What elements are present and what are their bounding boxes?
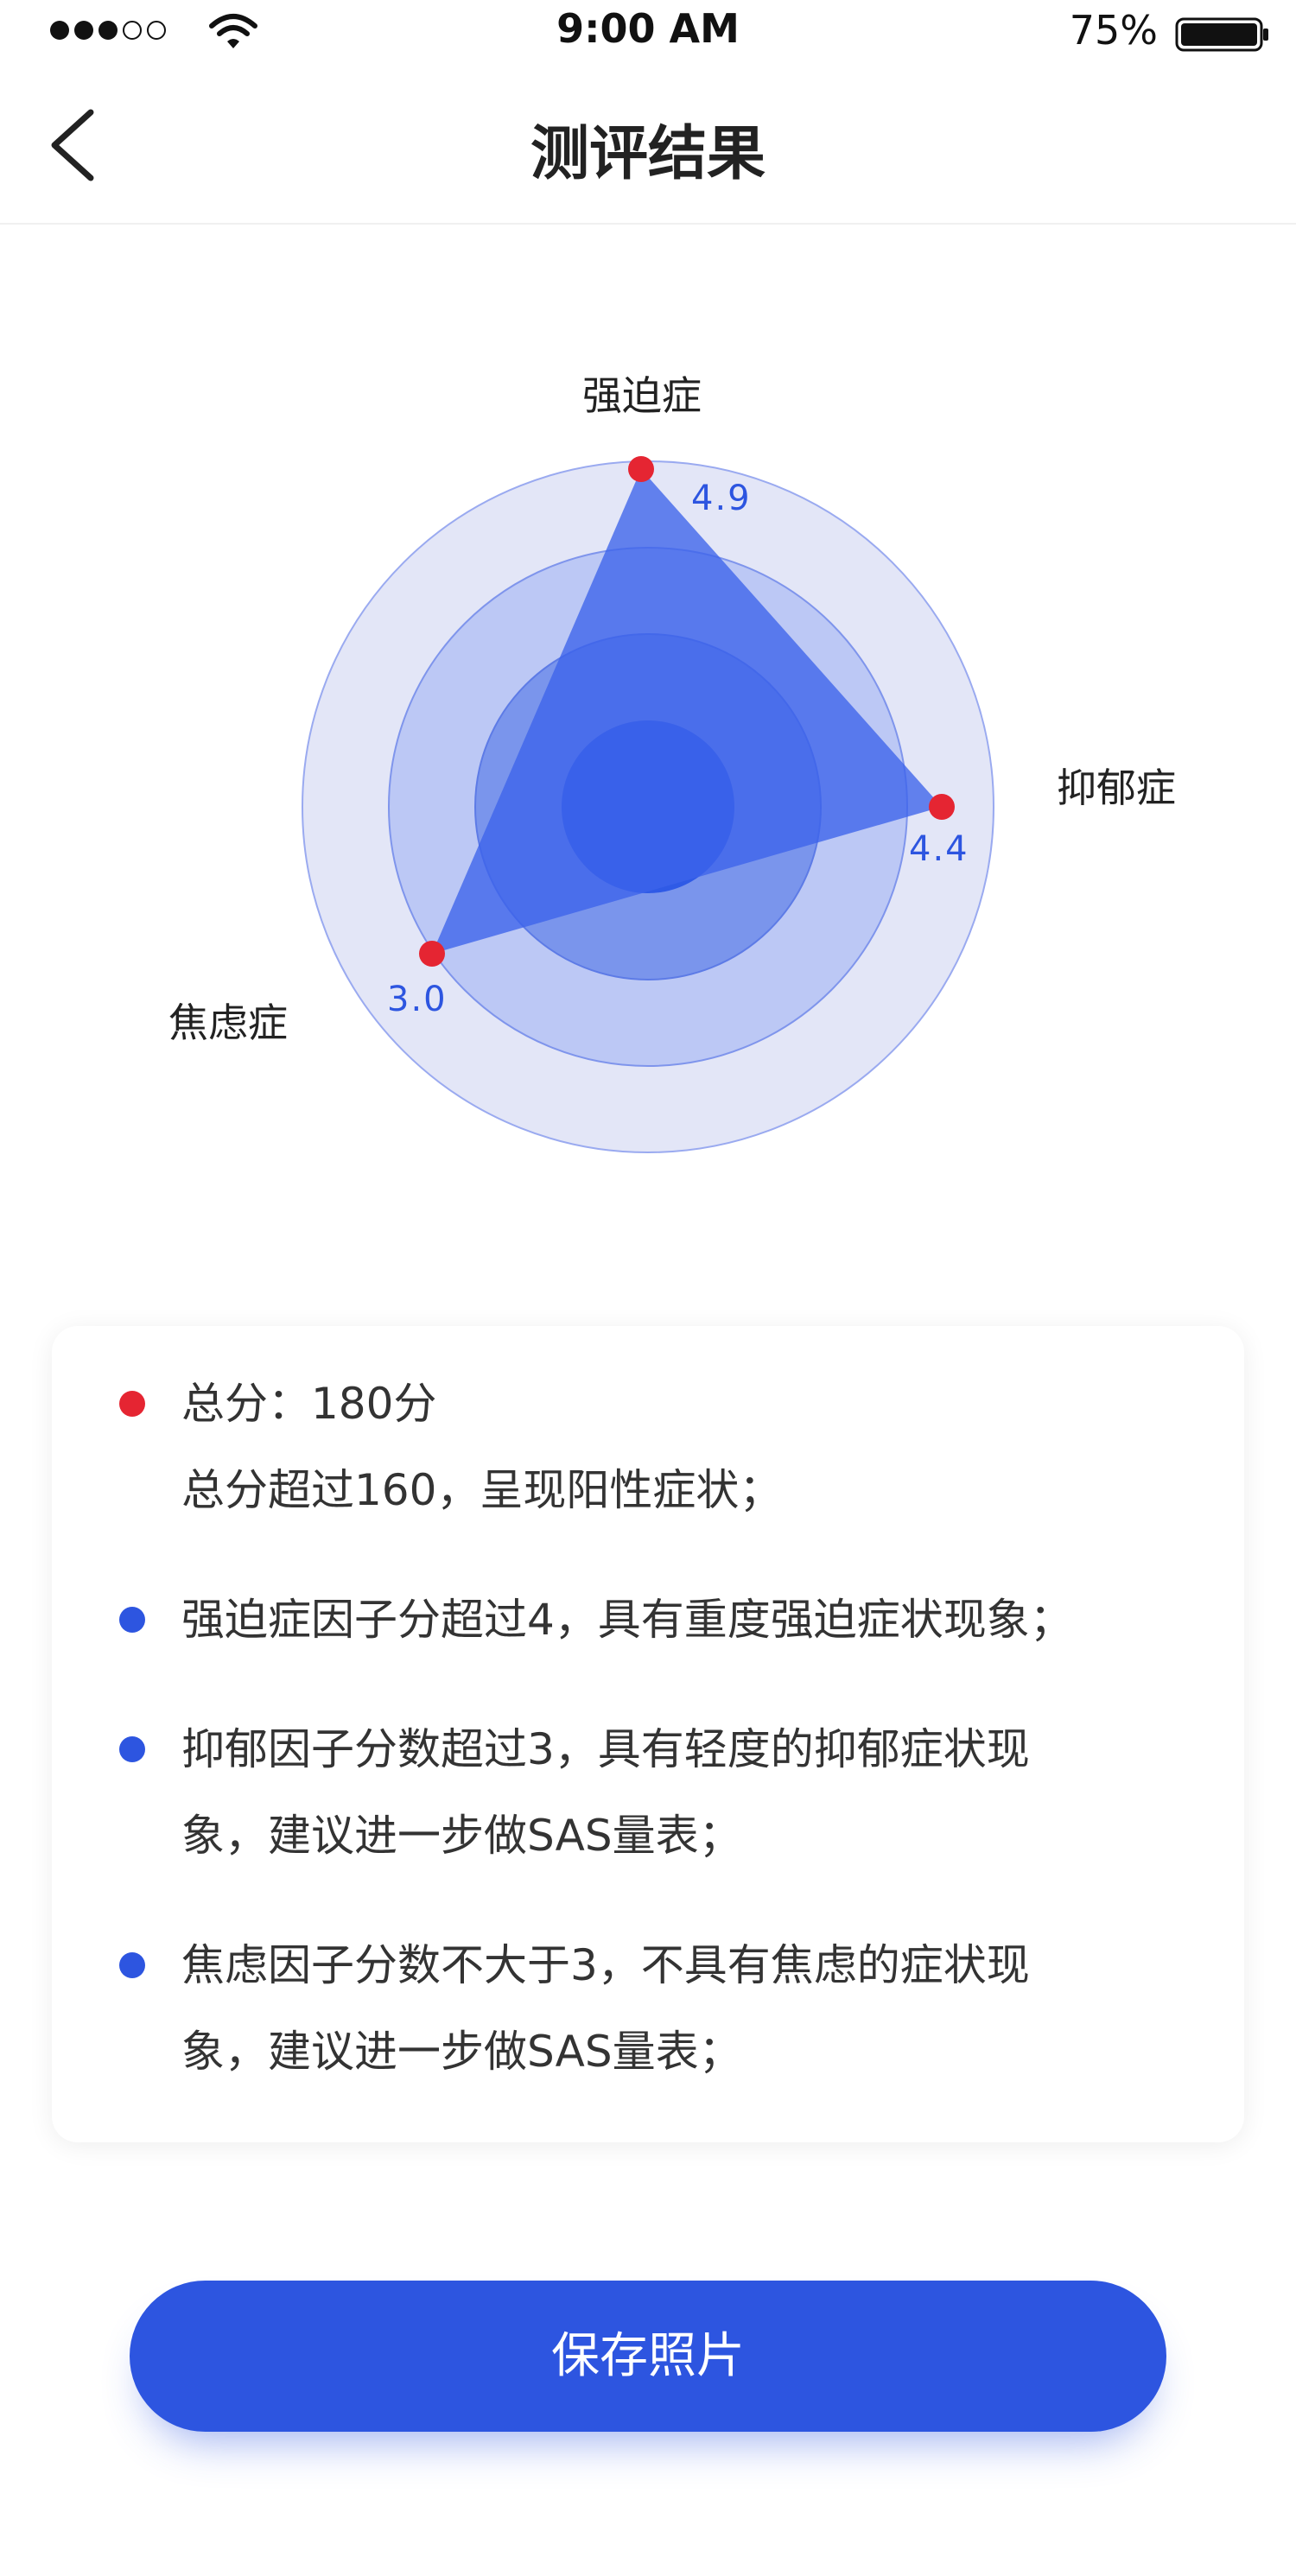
save-photo-button[interactable]: 保存照片 [130, 2281, 1166, 2432]
summary-line: 强迫症因子分超过4，具有重度强迫症状现象； [181, 1595, 1073, 1645]
page-title: 测评结果 [530, 120, 766, 188]
summary-line: 总分：180分 [181, 1379, 437, 1429]
summary-line: 象，建议进一步做SAS量表； [181, 1811, 742, 1861]
summary-line: 象，建议进一步做SAS量表； [181, 2027, 742, 2077]
nav-bar: 测评结果 [0, 67, 1296, 225]
summary-line: 焦虑因子分数不大于3，不具有焦虑的症状现 [181, 1940, 1030, 1990]
bullet-dot [119, 1391, 145, 1417]
axis-label-anxiety: 焦虑症 [168, 999, 288, 1046]
radar-chart: 强迫症 抑郁症 焦虑症 4.9 4.4 3.0 [0, 223, 1296, 1242]
value-label-depression: 4.4 [909, 829, 969, 869]
axis-label-obsessive: 强迫症 [582, 372, 702, 419]
axis-label-depression: 抑郁症 [1057, 765, 1176, 811]
bullet-dot [119, 1736, 145, 1762]
value-label-obsessive: 4.9 [691, 479, 752, 518]
summary-line: 总分超过160，呈现阳性症状； [181, 1465, 783, 1515]
bullet-dot [119, 1607, 145, 1633]
radar-point-obsessive [628, 456, 654, 482]
radar-point-anxiety [419, 941, 445, 967]
bullet-dot [119, 1952, 145, 1978]
radar-point-depression [929, 794, 955, 820]
status-bar: 9:00 AM 75% [0, 0, 1296, 67]
value-label-anxiety: 3.0 [387, 980, 448, 1019]
battery-percentage: 75% [1069, 7, 1158, 54]
result-summary-card: 总分：180分 总分超过160，呈现阳性症状； 强迫症因子分超过4，具有重度强迫… [52, 1326, 1244, 2142]
battery-icon [1175, 17, 1268, 52]
summary-line: 抑郁因子分数超过3，具有轻度的抑郁症状现 [181, 1724, 1030, 1774]
